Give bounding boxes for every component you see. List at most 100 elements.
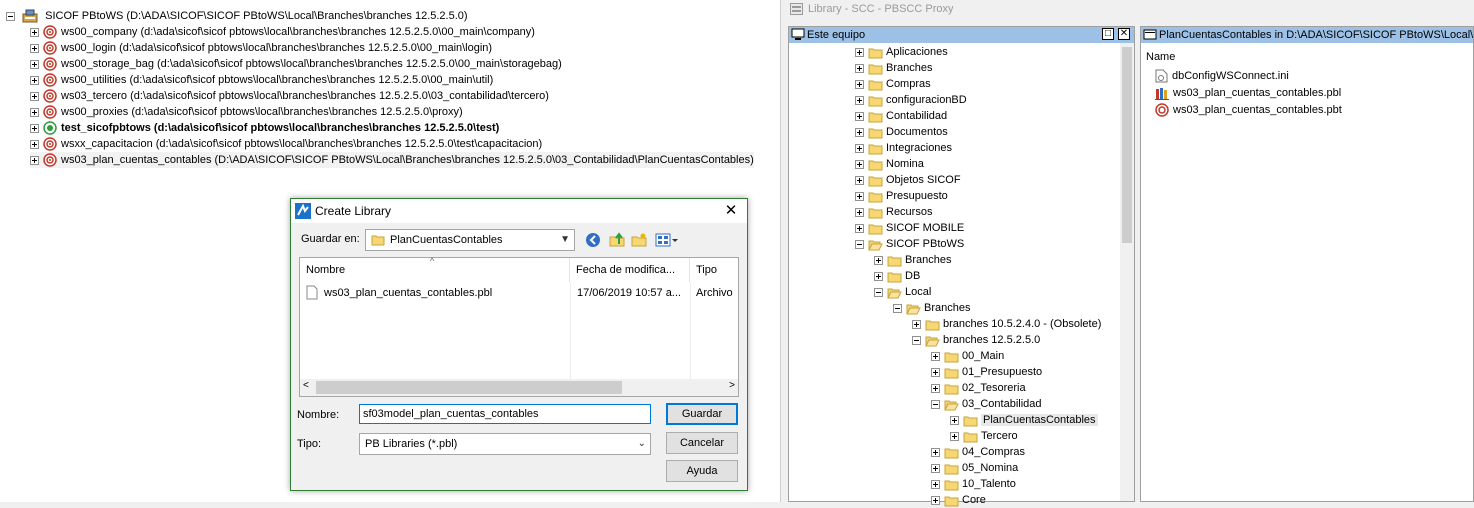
workspace-root[interactable]: SICOF PBtoWS (D:\ADA\SICOF\SICOF PBtoWS\… <box>6 8 468 24</box>
library-list-item[interactable]: ws03_plan_cuentas_contables.pbt <box>1155 102 1342 118</box>
folder-tree-item[interactable]: SICOF MOBILE <box>855 220 964 236</box>
chevron-left-icon[interactable]: < <box>303 380 309 391</box>
maximize-icon[interactable]: □ <box>1102 28 1114 40</box>
folder-tree-item[interactable]: PlanCuentasContables <box>950 412 1098 428</box>
folder-tree-item[interactable]: Compras <box>855 76 931 92</box>
workspace-target-item[interactable]: ws00_storage_bag (d:\ada\sicof\sicof pbt… <box>30 56 562 72</box>
folder-tree-item[interactable]: branches 12.5.2.5.0 <box>912 332 1040 348</box>
expand-toggle[interactable] <box>30 107 39 117</box>
expand-toggle[interactable] <box>931 351 940 361</box>
collapse-toggle[interactable] <box>931 399 940 409</box>
folder-tree-item[interactable]: Core <box>931 492 986 508</box>
expand-toggle[interactable] <box>855 47 864 57</box>
expand-toggle[interactable] <box>855 63 864 73</box>
collapse-toggle[interactable] <box>855 239 864 249</box>
pane-splitter[interactable] <box>780 0 787 502</box>
expand-toggle[interactable] <box>950 415 959 425</box>
chevron-right-icon[interactable]: > <box>729 380 735 391</box>
workspace-target-item[interactable]: ws00_utilities (d:\ada\sicof\sicof pbtow… <box>30 72 493 88</box>
scrollbar-thumb[interactable] <box>316 381 622 394</box>
column-header-type[interactable]: Tipo <box>690 258 740 282</box>
expand-toggle[interactable] <box>855 143 864 153</box>
help-button[interactable]: Ayuda <box>666 460 738 482</box>
filetype-select[interactable]: PB Libraries (*.pbl) ⌄ <box>359 433 651 455</box>
workspace-target-item[interactable]: ws00_proxies (d:\ada\sicof\sicof pbtows\… <box>30 104 463 120</box>
close-icon[interactable]: ✕ <box>723 203 739 219</box>
expand-toggle[interactable] <box>855 175 864 185</box>
filename-input[interactable] <box>359 404 651 424</box>
new-folder-icon[interactable] <box>631 232 647 248</box>
expand-toggle[interactable] <box>855 191 864 201</box>
expand-toggle[interactable] <box>30 139 39 149</box>
expand-toggle[interactable] <box>855 207 864 217</box>
column-header-name[interactable]: Nombre <box>300 258 570 282</box>
folder-tree-item[interactable]: Objetos SICOF <box>855 172 961 188</box>
folder-tree-item[interactable]: Contabilidad <box>855 108 947 124</box>
workspace-target-item[interactable]: ws03_plan_cuentas_contables (D:\ADA\SICO… <box>30 152 754 168</box>
expand-toggle[interactable] <box>855 79 864 89</box>
library-list-item[interactable]: dbConfigWSConnect.ini <box>1155 68 1289 84</box>
expand-toggle[interactable] <box>874 271 883 281</box>
folder-tree-item[interactable]: configuracionBD <box>855 92 967 108</box>
save-in-select[interactable]: PlanCuentasContables ▼ <box>365 229 575 251</box>
folder-tree-item[interactable]: 05_Nomina <box>931 460 1018 476</box>
workspace-target-item[interactable]: ws00_login (d:\ada\sicof\sicof pbtows\lo… <box>30 40 492 56</box>
folder-tree-item[interactable]: Integraciones <box>855 140 952 156</box>
up-folder-icon[interactable] <box>609 232 625 248</box>
expand-toggle[interactable] <box>931 383 940 393</box>
workspace-target-item[interactable]: ws03_tercero (d:\ada\sicof\sicof pbtows\… <box>30 88 549 104</box>
scrollbar-thumb[interactable] <box>1122 47 1132 243</box>
horizontal-scrollbar[interactable]: < > <box>300 379 738 396</box>
expand-toggle[interactable] <box>30 91 39 101</box>
folder-tree-item[interactable]: 00_Main <box>931 348 1004 364</box>
expand-toggle[interactable] <box>874 255 883 265</box>
folder-tree-item[interactable]: SICOF PBtoWS <box>855 236 964 252</box>
folder-tree-item[interactable]: Branches <box>893 300 970 316</box>
folder-tree-item[interactable]: Branches <box>874 252 951 268</box>
folder-tree-item[interactable]: branches 10.5.2.4.0 - (Obsolete) <box>912 316 1101 332</box>
expand-toggle[interactable] <box>855 95 864 105</box>
expand-toggle[interactable] <box>855 127 864 137</box>
folder-tree-item[interactable]: Branches <box>855 60 932 76</box>
expand-toggle[interactable] <box>855 159 864 169</box>
expand-toggle[interactable] <box>931 479 940 489</box>
expand-toggle[interactable] <box>30 75 39 85</box>
expand-toggle[interactable] <box>855 111 864 121</box>
expand-toggle[interactable] <box>912 319 921 329</box>
workspace-target-item[interactable]: ws00_company (d:\ada\sicof\sicof pbtows\… <box>30 24 535 40</box>
folder-tree-item[interactable]: 01_Presupuesto <box>931 364 1042 380</box>
expand-toggle[interactable] <box>931 463 940 473</box>
tree-scrollbar[interactable] <box>1120 43 1134 501</box>
name-column-header[interactable]: Name <box>1146 49 1175 65</box>
folder-tree-item[interactable]: 02_Tesoreria <box>931 380 1026 396</box>
collapse-toggle[interactable] <box>893 303 902 313</box>
folder-tree-item[interactable]: 03_Contabilidad <box>931 396 1042 412</box>
expand-toggle[interactable] <box>950 431 959 441</box>
column-header-date[interactable]: Fecha de modifica... <box>570 258 690 282</box>
folder-tree-item[interactable]: 10_Talento <box>931 476 1016 492</box>
expand-toggle[interactable] <box>30 123 39 133</box>
back-icon[interactable] <box>585 232 601 248</box>
cancel-button[interactable]: Cancelar <box>666 432 738 454</box>
folder-tree-item[interactable]: Presupuesto <box>855 188 948 204</box>
expand-toggle[interactable] <box>855 223 864 233</box>
expand-toggle[interactable] <box>30 27 39 37</box>
expand-toggle[interactable] <box>30 155 39 165</box>
expand-toggle[interactable] <box>931 447 940 457</box>
view-menu-icon[interactable] <box>655 232 679 248</box>
expand-toggle[interactable] <box>30 59 39 69</box>
folder-tree-item[interactable]: DB <box>874 268 920 284</box>
folder-tree-item[interactable]: Aplicaciones <box>855 44 948 60</box>
collapse-toggle[interactable] <box>6 11 15 21</box>
save-button[interactable]: Guardar <box>666 403 738 425</box>
file-row[interactable]: ws03_plan_cuentas_contables.pbl 17/06/201… <box>300 284 740 302</box>
expand-toggle[interactable] <box>931 367 940 377</box>
workspace-target-item[interactable]: test_sicofpbtows (d:\ada\sicof\sicof pbt… <box>30 120 499 136</box>
close-icon[interactable]: ✕ <box>1118 28 1130 40</box>
folder-tree-item[interactable]: Tercero <box>950 428 1018 444</box>
workspace-target-item[interactable]: wsxx_capacitacion (d:\ada\sicof\sicof pb… <box>30 136 542 152</box>
expand-toggle[interactable] <box>931 495 940 505</box>
folder-tree-item[interactable]: Documentos <box>855 124 948 140</box>
folder-tree-item[interactable]: Recursos <box>855 204 932 220</box>
folder-tree-item[interactable]: Nomina <box>855 156 924 172</box>
